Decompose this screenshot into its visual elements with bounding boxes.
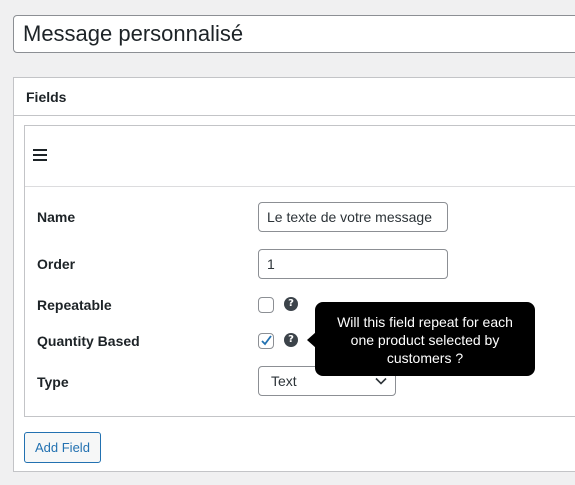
chevron-down-icon <box>375 377 387 385</box>
question-circle-icon[interactable]: ? <box>284 297 298 311</box>
type-label: Type <box>37 374 69 390</box>
field-item-header <box>25 126 575 187</box>
fields-heading: Fields <box>26 88 67 105</box>
name-input-value: Le texte de votre message <box>267 209 432 225</box>
checkmark-icon <box>261 335 272 346</box>
name-label: Name <box>37 209 76 225</box>
repeatable-checkbox[interactable] <box>258 297 274 313</box>
order-input-value: 1 <box>267 256 275 272</box>
tooltip-text: Will this field repeat for each one prod… <box>337 314 513 366</box>
fields-postbox: Fields Name Le texte de votre message Or… <box>13 77 575 472</box>
name-input[interactable]: Le texte de votre message <box>258 202 448 232</box>
help-tooltip: Will this field repeat for each one prod… <box>315 302 535 376</box>
add-field-button-label: Add Field <box>35 440 90 455</box>
title-input-value: Message personnalisé <box>23 21 244 46</box>
question-circle-icon[interactable]: ? <box>284 333 298 347</box>
quantity-based-label: Quantity Based <box>37 333 140 349</box>
hamburger-menu-icon[interactable] <box>33 149 47 161</box>
order-input[interactable]: 1 <box>258 249 448 279</box>
repeatable-label: Repeatable <box>37 297 112 313</box>
page: Message personnalisé Fields Name Le text… <box>0 0 575 485</box>
fields-header: Fields <box>14 78 575 116</box>
quantity-based-checkbox[interactable] <box>258 333 274 349</box>
add-field-button[interactable]: Add Field <box>24 432 101 463</box>
type-select-value: Text <box>271 373 297 389</box>
order-label: Order <box>37 256 76 272</box>
title-input[interactable]: Message personnalisé <box>13 15 575 53</box>
